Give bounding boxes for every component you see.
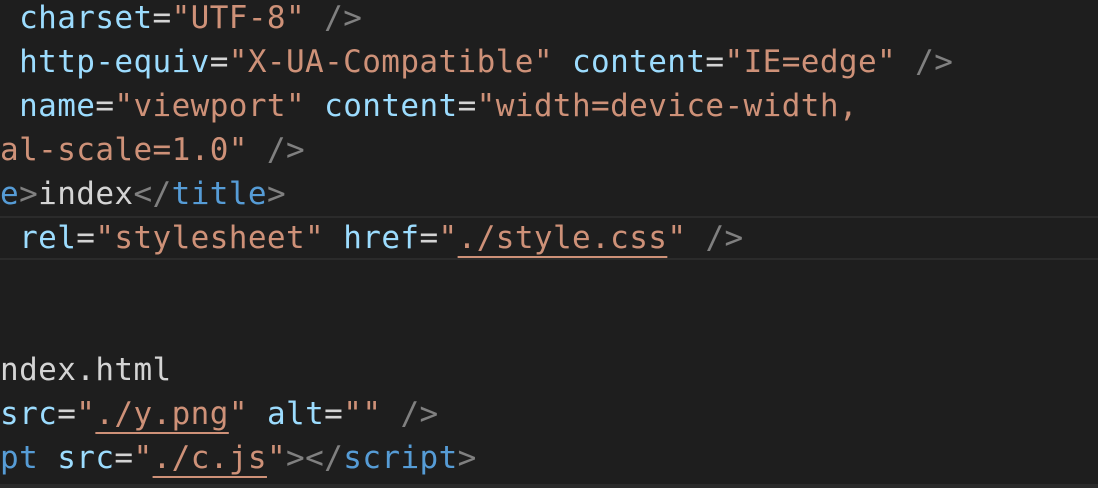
punctuation: /> [705, 220, 744, 256]
attribute-name: charset [19, 0, 153, 36]
attribute-name: http-equiv [19, 44, 210, 80]
punctuation: </ [133, 176, 172, 212]
string-literal: "IE=edge" [724, 44, 897, 80]
tag-name: e [0, 176, 20, 212]
text-content: = [324, 396, 344, 432]
code-line[interactable]: src="./y.png" alt="" /> [0, 392, 439, 436]
text-content: = [457, 88, 477, 124]
attribute-name: alt [266, 396, 325, 432]
punctuation: > [266, 176, 287, 212]
code-line[interactable]: e>index</title> [0, 172, 286, 216]
attribute-name: href [343, 220, 420, 256]
code-line[interactable]: al-scale=1.0" /> [0, 128, 305, 172]
text-content: = [152, 0, 172, 36]
punctuation: /> [400, 396, 439, 432]
string-literal: " [266, 440, 287, 476]
text-content: = [209, 44, 229, 80]
string-literal: "" [343, 396, 382, 432]
code-line[interactable]: http-equiv="X-UA-Compatible" content="IE… [0, 40, 953, 84]
string-literal: " [228, 396, 248, 432]
string-literal: " [438, 220, 458, 256]
file-path-link[interactable]: ./style.css [458, 220, 668, 256]
text-content: = [705, 44, 725, 80]
punctuation: /> [266, 132, 306, 168]
string-literal: " [76, 396, 96, 432]
attribute-name: name [19, 88, 96, 124]
text-content: = [114, 440, 134, 476]
editor-bottom-edge [0, 484, 1098, 488]
tag-name: script [343, 440, 458, 476]
code-editor[interactable]: charset="UTF-8" /> http-equiv="X-UA-Comp… [0, 0, 1098, 488]
code-line[interactable]: pt src="./c.js"></script> [0, 436, 477, 480]
string-literal: "X-UA-Compatible" [228, 44, 553, 80]
punctuation: /> [915, 44, 954, 80]
code-line[interactable]: rel="stylesheet" href="./style.css" /> [0, 216, 744, 260]
string-literal: " [133, 440, 153, 476]
text-content: index [38, 176, 134, 212]
file-path-link[interactable]: ./c.js [153, 440, 267, 476]
code-line[interactable]: charset="UTF-8" /> [0, 0, 362, 40]
tag-name: pt [0, 440, 39, 476]
text-content: = [76, 220, 96, 256]
attribute-name: src [57, 440, 115, 476]
string-literal: al-scale=1.0" [0, 132, 248, 168]
file-path-link[interactable]: ./y.png [95, 396, 228, 432]
text-content: = [57, 396, 77, 432]
string-literal: "stylesheet" [95, 220, 325, 256]
attribute-name: src [0, 396, 58, 432]
string-literal: "viewport" [114, 88, 306, 124]
attribute-name: content [571, 44, 706, 80]
text-content: ndex.html [0, 352, 172, 388]
attribute-name: content [324, 88, 458, 124]
punctuation: > [19, 176, 39, 212]
string-literal: "width=device-width, [476, 88, 858, 124]
code-line[interactable]: name="viewport" content="width=device-wi… [0, 84, 858, 128]
string-literal: "UTF-8" [171, 0, 306, 36]
punctuation: ></ [286, 440, 344, 476]
text-content: = [419, 220, 439, 256]
string-literal: " [667, 220, 687, 256]
text-content: = [95, 88, 115, 124]
code-line[interactable]: ndex.html [0, 348, 172, 392]
attribute-name: rel [19, 220, 77, 256]
punctuation: /> [324, 0, 363, 36]
punctuation: > [457, 440, 477, 476]
tag-name: title [171, 176, 267, 212]
